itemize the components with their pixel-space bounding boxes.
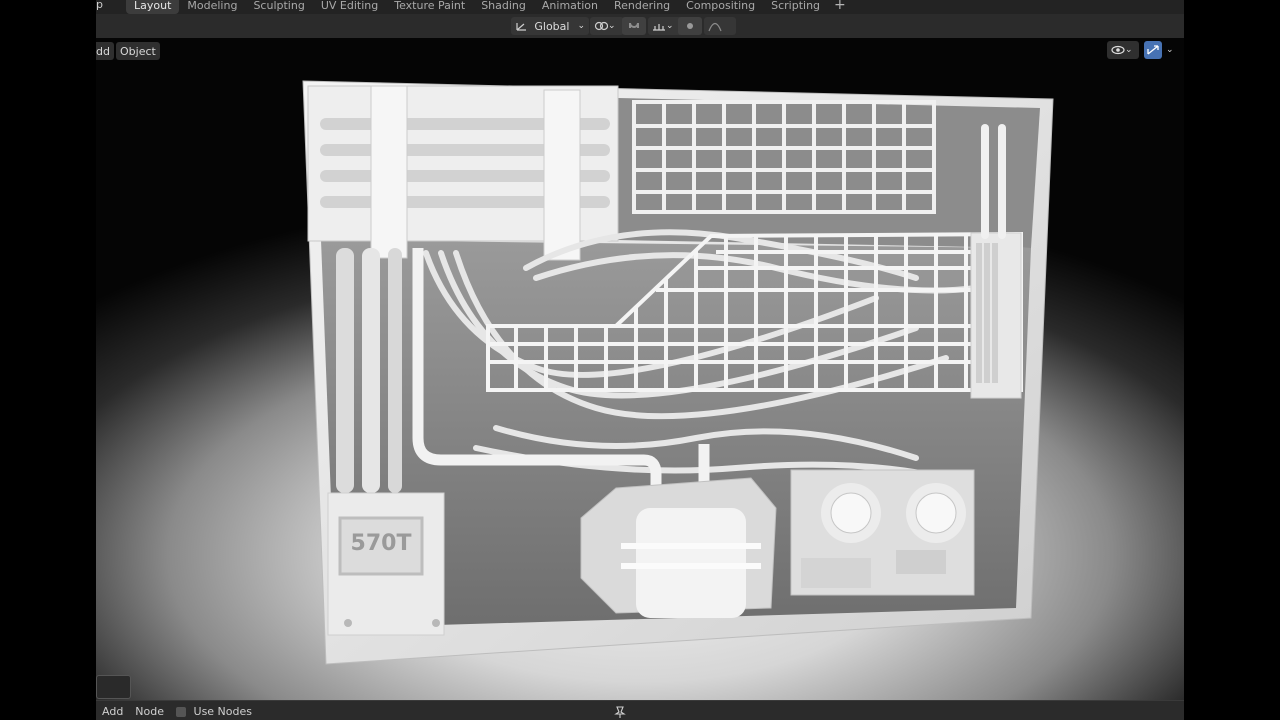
tool-header: Global ⌄ ⌄ ⌄: [96, 14, 1184, 38]
panel-label-text: 570T: [351, 531, 412, 556]
orientation-icon: [516, 23, 526, 31]
chevron-down-icon: ⌄: [608, 21, 616, 31]
chevron-down-icon: ⌄: [577, 21, 585, 31]
tab-compositing[interactable]: Compositing: [678, 0, 763, 14]
tab-texture-paint[interactable]: Texture Paint: [386, 0, 473, 14]
vertical-pipes: [336, 248, 402, 493]
snap-increment-icon: [653, 24, 665, 31]
operator-panel-toggle[interactable]: [96, 675, 131, 699]
workspace-bar: p Layout Modeling Sculpting UV Editing T…: [96, 0, 1184, 14]
tab-animation[interactable]: Animation: [534, 0, 606, 14]
filter-component: [580, 477, 777, 618]
falloff-dropdown[interactable]: [704, 17, 736, 35]
vent-block: [307, 85, 619, 261]
chevron-down-icon: ⌄: [666, 21, 674, 31]
tab-rendering[interactable]: Rendering: [606, 0, 678, 14]
3d-viewport[interactable]: dd Object ⌄ ⌄ 570T: [96, 38, 1184, 700]
panel-cavity-top: [618, 98, 1040, 248]
dial-board: [790, 469, 975, 596]
magnet-icon: [629, 22, 639, 28]
use-nodes-checkbox[interactable]: [176, 706, 187, 717]
node-menu[interactable]: Node: [129, 705, 170, 718]
use-nodes-label: Use Nodes: [193, 704, 253, 718]
proportional-edit-icon: [687, 23, 693, 29]
file-menu-fragment[interactable]: p: [96, 0, 103, 11]
workspace-tabs: Layout Modeling Sculpting UV Editing Tex…: [126, 0, 852, 14]
pivot-icon: [594, 21, 608, 31]
add-menu-bottom[interactable]: Add: [96, 705, 129, 718]
orientation-label: Global: [534, 19, 570, 33]
add-workspace-button[interactable]: +: [828, 0, 852, 14]
tab-uv-editing[interactable]: UV Editing: [313, 0, 386, 14]
proportional-edit-group: [678, 17, 736, 35]
pin-icon[interactable]: [614, 704, 626, 720]
tab-shading[interactable]: Shading: [473, 0, 534, 14]
label-box: 570T: [327, 492, 445, 636]
tab-sculpting[interactable]: Sculpting: [245, 0, 312, 14]
blender-window: p Layout Modeling Sculpting UV Editing T…: [96, 0, 1184, 720]
pivot-dropdown[interactable]: ⌄: [590, 17, 624, 35]
tab-layout[interactable]: Layout: [126, 0, 180, 14]
node-editor-header: Add Node Use Nodes: [96, 700, 1184, 720]
transform-orientation-group: Global ⌄: [511, 17, 589, 35]
use-nodes-toggle[interactable]: Use Nodes: [170, 705, 258, 718]
tab-modeling[interactable]: Modeling: [179, 0, 245, 14]
snapping-group: ⌄: [622, 17, 684, 35]
proportional-edit-toggle[interactable]: [678, 17, 702, 35]
tab-scripting[interactable]: Scripting: [763, 0, 828, 14]
pivot-group: ⌄: [590, 17, 624, 35]
rendered-panel-model: 570T: [302, 80, 1054, 665]
snap-toggle[interactable]: [622, 17, 646, 35]
orientation-dropdown[interactable]: Global ⌄: [511, 17, 589, 35]
falloff-curve-icon: [708, 22, 722, 32]
